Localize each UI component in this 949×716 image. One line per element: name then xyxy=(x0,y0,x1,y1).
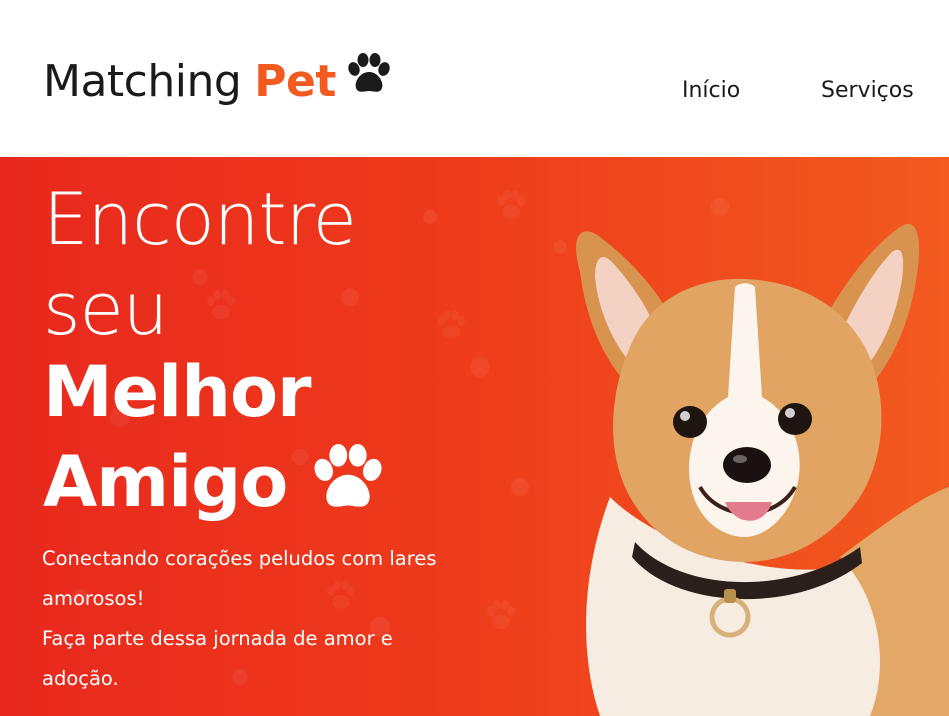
paw-icon xyxy=(346,53,392,106)
logo-text: Matching xyxy=(43,56,242,107)
nav-link-servicos[interactable]: Serviços xyxy=(821,78,914,103)
hero-section: Encontre seu Melhor Amigo Conectando cor… xyxy=(0,157,949,716)
headline-line-4-row: Amigo xyxy=(43,440,387,523)
hero-subtitle: Conectando corações peludos com lares am… xyxy=(42,539,472,699)
headline-line-1: Encontre xyxy=(43,177,357,261)
headline-line-4: Amigo xyxy=(43,440,288,523)
logo[interactable]: Matching Pet xyxy=(43,53,392,107)
subtitle-line-2: Faça parte dessa jornada de amor e adoçã… xyxy=(42,627,393,690)
corgi-dog-image xyxy=(576,223,949,716)
nav-link-inicio[interactable]: Início xyxy=(682,78,740,103)
headline-line-2: seu xyxy=(43,267,168,351)
subtitle-line-1: Conectando corações peludos com lares am… xyxy=(42,547,437,610)
paw-icon xyxy=(309,444,387,523)
headline-line-3: Melhor xyxy=(43,351,312,433)
logo-accent: Pet xyxy=(254,56,336,107)
site-header: Matching Pet Início Serviços xyxy=(0,0,949,157)
